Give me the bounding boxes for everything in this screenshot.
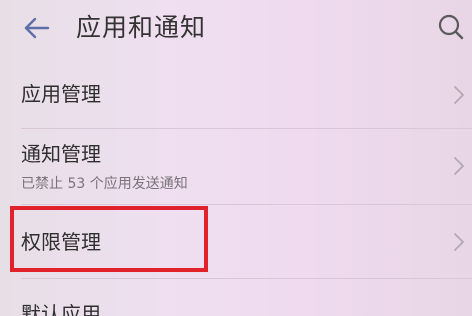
page-title: 应用和通知 <box>76 13 207 42</box>
list-item-label: 通知管理 <box>21 142 101 166</box>
back-button[interactable] <box>18 12 54 44</box>
list-item-label: 应用管理 <box>21 82 101 106</box>
list-item-label: 默认应用 <box>21 302 101 316</box>
app-bar: 应用和通知 <box>0 0 472 56</box>
divider <box>21 204 472 205</box>
list-item-label: 权限管理 <box>21 230 101 254</box>
list-item-subtitle: 已禁止 53 个应用发送通知 <box>21 176 188 192</box>
divider <box>21 278 472 279</box>
search-icon <box>438 14 464 40</box>
divider <box>21 128 472 129</box>
arrow-left-icon <box>24 17 50 39</box>
list-item-default-apps[interactable]: 默认应用 <box>0 282 472 316</box>
chevron-right-icon <box>454 233 464 251</box>
chevron-right-icon <box>454 86 464 104</box>
list-item-notification-management[interactable]: 通知管理 已禁止 53 个应用发送通知 <box>0 132 472 202</box>
search-button[interactable] <box>434 10 468 44</box>
settings-screen: 应用和通知 应用管理 通知管理 已禁止 53 个应用发送通知 权限管理 默认应用 <box>0 0 472 316</box>
list-item-permission-management[interactable]: 权限管理 <box>0 208 472 274</box>
list-item-app-management[interactable]: 应用管理 <box>0 64 472 126</box>
chevron-right-icon <box>454 157 464 175</box>
